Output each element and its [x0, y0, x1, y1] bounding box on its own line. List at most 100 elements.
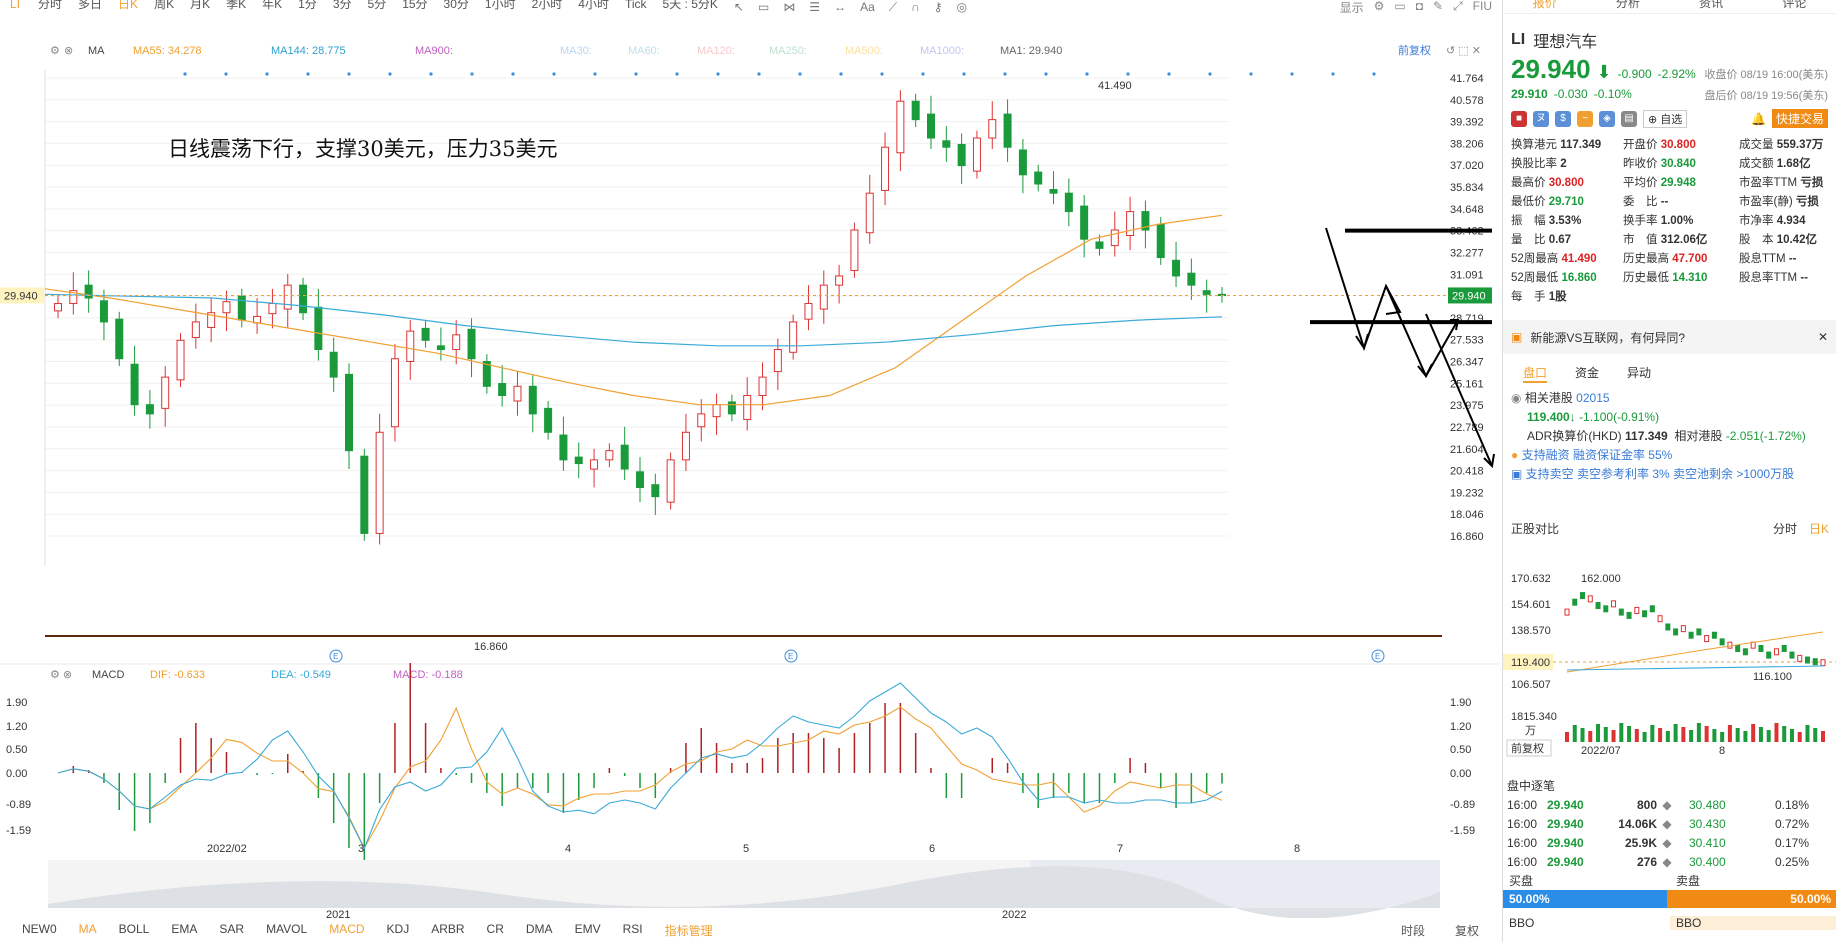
period-tab-0[interactable]: 分时: [30, 0, 70, 11]
lines-icon[interactable]: ☰: [809, 0, 820, 14]
ruler-icon[interactable]: ⟋: [889, 0, 897, 14]
period-tab-14[interactable]: 4小时: [570, 0, 617, 11]
indicator-1[interactable]: MA: [68, 922, 108, 939]
ma-legend-item[interactable]: MA120:: [697, 45, 735, 57]
link-icon[interactable]: ヌ: [1533, 110, 1549, 127]
period-tab-16[interactable]: 5天 : 5分K: [655, 0, 726, 11]
quick-trade-button[interactable]: 快捷交易: [1771, 109, 1828, 128]
indicator-3[interactable]: EMA: [160, 922, 208, 939]
dollar-icon[interactable]: $: [1555, 110, 1571, 127]
close-icon[interactable]: ✕: [1818, 330, 1828, 344]
macd-settings-icon[interactable]: ⚙ ⊗: [50, 669, 72, 681]
period-tab-15[interactable]: Tick: [617, 0, 655, 11]
period-tab-7[interactable]: 1分: [290, 0, 325, 11]
sub-tab-2[interactable]: 异动: [1627, 364, 1651, 383]
panel-tab-3[interactable]: 评论: [1753, 0, 1836, 13]
period-tab-9[interactable]: 5分: [360, 0, 395, 11]
chart-svg[interactable]: ⚙ ⊗ MA MA55: 34.278 MA144: 28.775 MA900: MA30:…: [0, 14, 1500, 942]
period-tab-5[interactable]: 季K: [218, 0, 254, 11]
last-price: 29.940: [1511, 54, 1591, 84]
panel-tab-2[interactable]: 资讯: [1670, 0, 1753, 13]
bell-icon[interactable]: 🔔: [1751, 112, 1766, 126]
indicator-2[interactable]: BOLL: [108, 922, 161, 939]
ma-legend-item[interactable]: MA1: 29.940: [1000, 45, 1062, 57]
indicator-5[interactable]: MAVOL: [255, 922, 318, 939]
fq-button[interactable]: 前复权: [1398, 43, 1431, 57]
ma-settings-icon[interactable]: ⚙: [50, 45, 60, 57]
ma-legend-item[interactable]: MA60:: [628, 45, 660, 57]
text-icon[interactable]: Aa: [860, 0, 875, 14]
indicator-9[interactable]: CR: [476, 922, 515, 939]
watch-button[interactable]: ⊕ 自选: [1643, 109, 1688, 128]
period-tab-8[interactable]: 3分: [325, 0, 360, 11]
macd-label[interactable]: MACD: [92, 669, 124, 681]
period-tab-13[interactable]: 2小时: [524, 0, 571, 11]
cursor-icon[interactable]: ↖: [734, 0, 744, 14]
ma-close-icon[interactable]: ⊗: [64, 45, 73, 57]
indicator-13[interactable]: 指标管理: [654, 922, 724, 939]
ma-label[interactable]: MA: [88, 45, 105, 57]
rect-icon[interactable]: ▭: [758, 0, 769, 14]
reset-icon[interactable]: ↺ ⬚ ✕: [1446, 45, 1481, 57]
fork-icon[interactable]: ⋈: [783, 0, 795, 14]
zigzag-line[interactable]: [1325, 227, 1402, 352]
ma-legend-item[interactable]: MA144: 28.775: [271, 45, 346, 57]
indicator-11[interactable]: EMV: [564, 922, 612, 939]
short-text[interactable]: 支持卖空: [1526, 467, 1574, 481]
margin-text[interactable]: 支持融资: [1522, 448, 1570, 462]
period-tab-6[interactable]: 年K: [254, 0, 290, 11]
sub-tab-0[interactable]: 盘口: [1523, 364, 1548, 383]
ma-legend-item[interactable]: MA55: 34.278: [133, 45, 202, 57]
indicator-6[interactable]: MACD: [318, 922, 375, 939]
fullscreen-icon[interactable]: ⤢: [1453, 0, 1463, 14]
arrow-icon[interactable]: ↔: [834, 0, 846, 14]
indicator-12[interactable]: RSI: [612, 922, 654, 939]
period-tab-2[interactable]: 日K: [110, 0, 146, 11]
ma-legend-item[interactable]: MA1000:: [920, 45, 964, 57]
period-tab-10[interactable]: 15分: [394, 0, 435, 11]
news-banner[interactable]: ▣ 新能源VS互联网，有何异同? ✕: [1503, 320, 1836, 354]
margin-link[interactable]: 融资保证金率 55%: [1573, 448, 1672, 462]
period-tab-12[interactable]: 1小时: [477, 0, 524, 11]
sub-tab-1[interactable]: 资金: [1575, 364, 1599, 383]
symbol-label[interactable]: LI: [0, 0, 30, 11]
eye-icon[interactable]: ◎: [957, 0, 967, 14]
magnet-icon[interactable]: ∩: [911, 0, 920, 14]
period-tab-11[interactable]: 30分: [436, 0, 477, 11]
macd-panel[interactable]: ⚙ ⊗ MACD DIF: -0.633 DEA: -0.549 MACD: -0.18…: [0, 663, 1500, 873]
doc-icon[interactable]: ▤: [1621, 110, 1637, 127]
period-tab-3[interactable]: 周K: [146, 0, 182, 11]
pen-icon[interactable]: ✎: [1433, 0, 1443, 14]
period-tab-4[interactable]: 月K: [182, 0, 218, 11]
indicator-10[interactable]: DMA: [515, 922, 564, 939]
ma-legend-item[interactable]: MA500:: [845, 45, 883, 57]
indicator-0[interactable]: NEW0: [11, 922, 68, 939]
short-link[interactable]: 卖空参考利率 3% 卖空池剩余 >1000万股: [1577, 467, 1794, 481]
hk-code-link[interactable]: 02015: [1576, 391, 1609, 405]
lock-icon[interactable]: ⚷: [934, 0, 943, 14]
layout-icon[interactable]: ▭: [1394, 0, 1405, 14]
adjust-button[interactable]: 复权: [1444, 922, 1490, 939]
ma-legend-item[interactable]: MA900:: [415, 45, 453, 57]
session-button[interactable]: 时段: [1390, 922, 1436, 939]
indicator-4[interactable]: SAR: [208, 922, 255, 939]
flag-icon[interactable]: ■: [1511, 110, 1527, 127]
panel-tab-0[interactable]: 报价: [1503, 0, 1586, 13]
tag-icon[interactable]: ◈: [1599, 110, 1615, 127]
period-tab-1[interactable]: 多日: [70, 0, 110, 11]
kline-chart[interactable]: ⚙ ⊗ MA MA55: 34.278 MA144: 28.775 MA900: MA30:…: [0, 14, 1500, 942]
settings-icon[interactable]: ⚙: [1374, 0, 1385, 14]
fiu-label[interactable]: FIU: [1473, 0, 1492, 14]
mini-fq-label[interactable]: 前复权: [1511, 741, 1544, 755]
indicator-7[interactable]: KDJ: [376, 922, 421, 939]
wave-icon[interactable]: ~: [1577, 110, 1593, 127]
display-menu[interactable]: 显示: [1340, 0, 1364, 15]
camera-icon[interactable]: ◘: [1416, 0, 1423, 14]
banner-text[interactable]: 新能源VS互联网，有何异同?: [1530, 329, 1685, 346]
ma-legend-item[interactable]: MA30:: [560, 45, 592, 57]
panel-tab-1[interactable]: 分析: [1586, 0, 1669, 13]
mini-chart-svg[interactable]: 170.632 154.601 138.570 119.400 106.507 162.0…: [1503, 532, 1836, 762]
ma-legend-item[interactable]: MA250:: [769, 45, 807, 57]
mini-chart[interactable]: 170.632 154.601 138.570 119.400 106.507 162.0…: [1503, 532, 1836, 762]
indicator-8[interactable]: ARBR: [420, 922, 475, 939]
